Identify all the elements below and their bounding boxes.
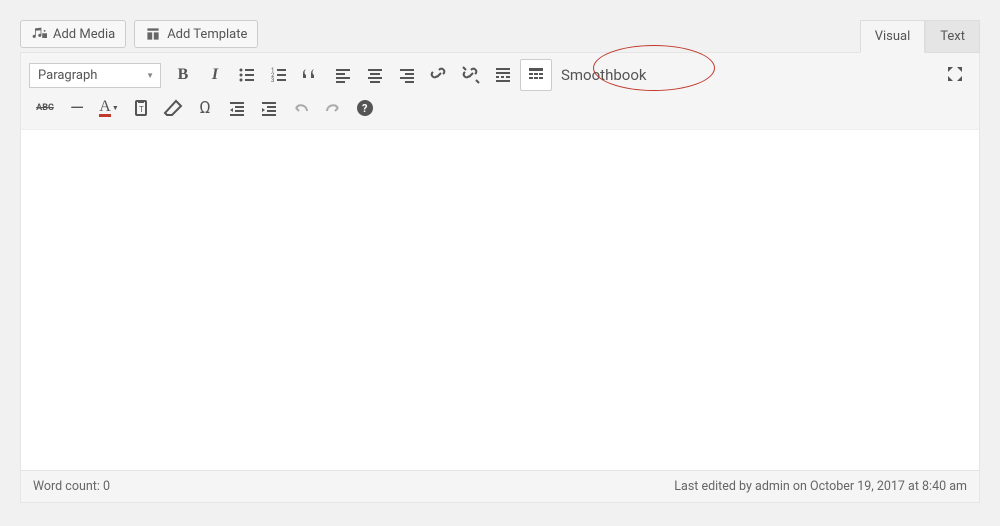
word-count-label: Word count: [33, 479, 103, 494]
quote-icon [301, 65, 321, 85]
help-icon: ? [355, 98, 375, 118]
editor-tabs: Visual Text [860, 20, 980, 53]
text-color-icon: A [99, 100, 111, 117]
kitchen-sink-icon [526, 65, 546, 85]
align-center-button[interactable] [360, 60, 390, 90]
outdent-icon [227, 98, 247, 118]
special-character-button[interactable]: Ω [190, 93, 220, 123]
redo-button[interactable] [318, 93, 348, 123]
align-center-icon [365, 65, 385, 85]
align-right-icon [397, 65, 417, 85]
help-button[interactable]: ? [350, 93, 380, 123]
indent-button[interactable] [254, 93, 284, 123]
fullscreen-button[interactable] [940, 59, 970, 89]
unlink-icon [461, 65, 481, 85]
svg-text:T: T [139, 105, 144, 114]
align-left-icon [333, 65, 353, 85]
editor-content-area[interactable] [21, 129, 979, 470]
clear-formatting-button[interactable] [158, 93, 188, 123]
undo-button[interactable] [286, 93, 316, 123]
media-buttons-group: Add Media Add Template [20, 20, 258, 48]
horizontal-rule-button[interactable]: — [62, 93, 92, 123]
strikethrough-icon: ABC [36, 103, 54, 113]
add-media-button[interactable]: Add Media [20, 20, 126, 48]
redo-icon [323, 98, 343, 118]
numbered-list-icon: 123 [269, 65, 289, 85]
format-dropdown-label: Paragraph [38, 68, 97, 83]
tab-text[interactable]: Text [925, 20, 980, 53]
outdent-button[interactable] [222, 93, 252, 123]
italic-button[interactable]: I [200, 60, 230, 90]
blockquote-button[interactable] [296, 60, 326, 90]
chevron-down-icon: ▼ [112, 104, 119, 112]
svg-text:?: ? [362, 102, 368, 115]
svg-text:3: 3 [271, 77, 274, 84]
word-count: Word count: 0 [33, 479, 110, 494]
smoothbook-button[interactable]: Smoothbook [553, 62, 654, 88]
tab-visual[interactable]: Visual [860, 20, 926, 53]
unlink-button[interactable] [456, 60, 486, 90]
text-color-button[interactable]: A▼ [94, 93, 124, 123]
omega-icon: Ω [199, 98, 210, 118]
format-dropdown[interactable]: Paragraph [29, 63, 161, 88]
last-edited-text: Last edited by admin on October 19, 2017… [674, 479, 967, 494]
camera-music-icon [31, 26, 47, 42]
hr-icon: — [70, 98, 84, 119]
add-media-label: Add Media [53, 27, 115, 42]
toolbar-toggle-button[interactable] [520, 59, 552, 91]
undo-icon [291, 98, 311, 118]
strikethrough-button[interactable]: ABC [30, 93, 60, 123]
bullet-list-icon [237, 65, 257, 85]
fullscreen-icon [945, 64, 965, 84]
align-left-button[interactable] [328, 60, 358, 90]
toolbar-row-1: Paragraph B I 123 Smoothbook [21, 53, 979, 93]
word-count-value: 0 [103, 479, 110, 494]
template-icon [145, 26, 161, 42]
clipboard-icon: T [131, 98, 151, 118]
eraser-icon [163, 98, 183, 118]
toolbar-row-2: ABC — A▼ T Ω ? [21, 93, 979, 129]
indent-icon [259, 98, 279, 118]
align-right-button[interactable] [392, 60, 422, 90]
numbered-list-button[interactable]: 123 [264, 60, 294, 90]
bullet-list-button[interactable] [232, 60, 262, 90]
link-button[interactable] [424, 60, 454, 90]
editor-container: Paragraph B I 123 Smoothbook ABC — A▼ T … [20, 52, 980, 503]
paste-text-button[interactable]: T [126, 93, 156, 123]
read-more-icon [493, 65, 513, 85]
bold-button[interactable]: B [168, 60, 198, 90]
link-icon [429, 65, 449, 85]
status-bar: Word count: 0 Last edited by admin on Oc… [21, 470, 979, 502]
read-more-button[interactable] [488, 60, 518, 90]
add-template-label: Add Template [167, 27, 247, 42]
add-template-button[interactable]: Add Template [134, 20, 258, 48]
